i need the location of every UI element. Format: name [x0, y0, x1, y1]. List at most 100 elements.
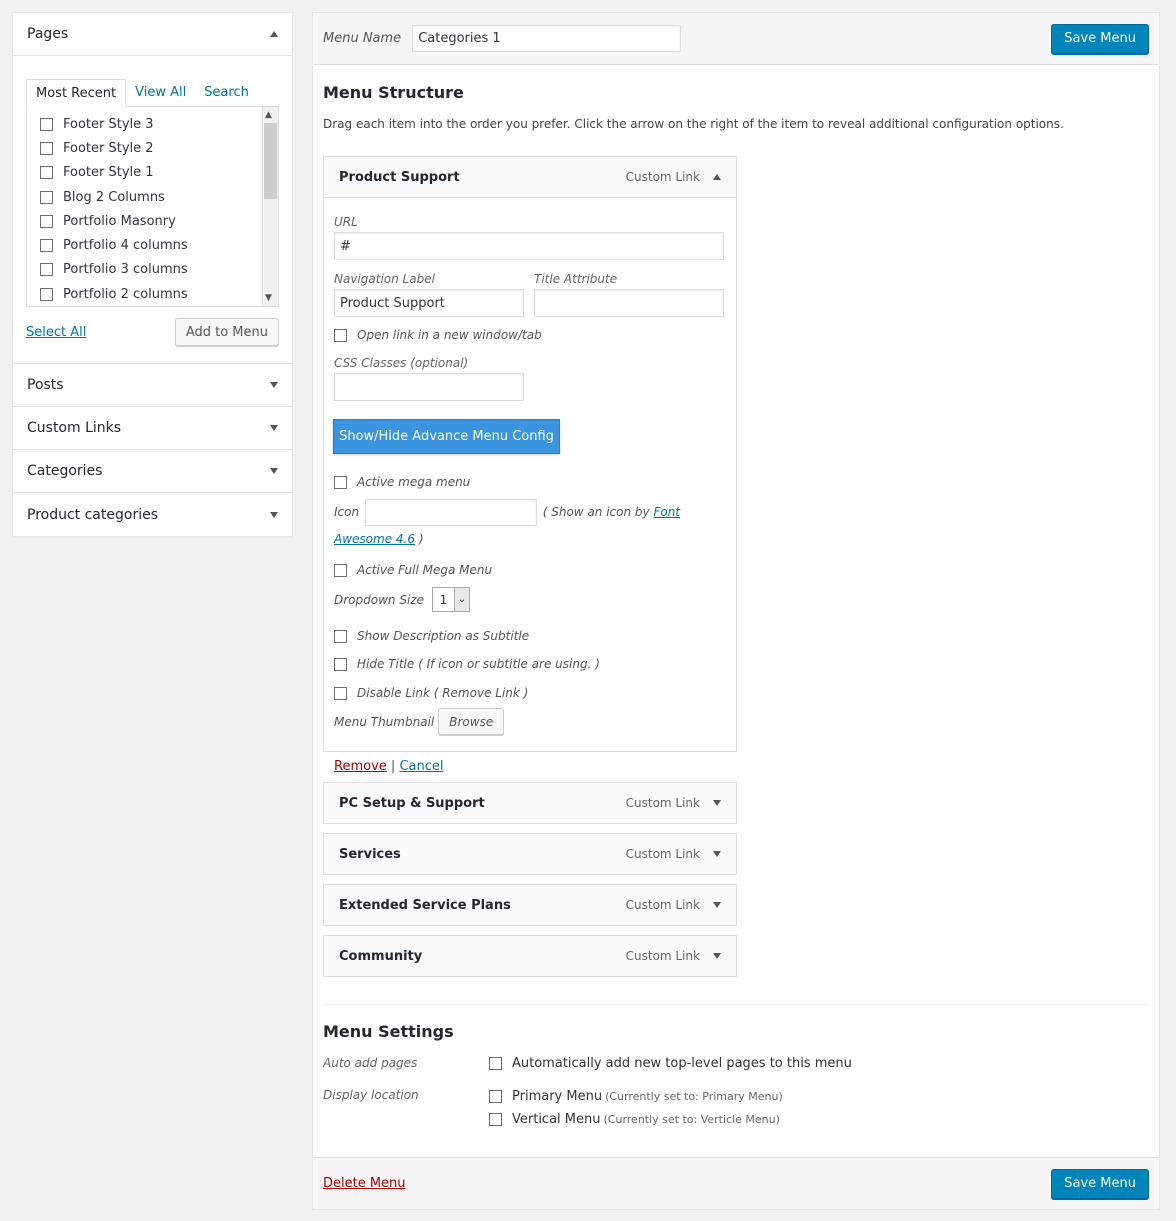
tab-most-recent[interactable]: Most Recent — [26, 79, 127, 107]
list-scrollbar[interactable]: ▲ ▼ — [262, 107, 278, 306]
menu-name-input[interactable]: Categories 1 — [412, 25, 682, 52]
css-classes-input[interactable] — [334, 373, 524, 401]
scrollbar-thumb[interactable] — [264, 123, 277, 199]
list-item[interactable]: Portfolio 3 columns — [40, 258, 278, 282]
new-window-option[interactable]: Open link in a new window/tab — [334, 328, 542, 342]
full-mega-checkbox[interactable] — [334, 563, 347, 577]
list-item[interactable]: Portfolio Masonry — [40, 209, 278, 233]
url-label: URL — [334, 215, 358, 229]
expand-arrow-icon[interactable] — [713, 953, 721, 959]
delete-menu-link[interactable]: Delete Menu — [323, 1176, 406, 1191]
full-mega-option[interactable]: Active Full Mega Menu — [334, 563, 492, 577]
browse-button[interactable]: Browse — [438, 708, 505, 735]
scroll-down-icon[interactable]: ▼ — [265, 293, 272, 303]
menu-item-type: Custom Link — [625, 170, 700, 184]
cancel-link[interactable]: Cancel — [399, 759, 443, 774]
expand-arrow-icon[interactable] — [270, 468, 278, 474]
expand-arrow-icon[interactable] — [270, 382, 278, 388]
select-all-link[interactable]: Select All — [26, 325, 86, 340]
page-checkbox[interactable] — [40, 263, 53, 277]
show-description-label: Show Description as Subtitle — [357, 629, 530, 643]
expand-arrow-icon[interactable] — [713, 851, 721, 857]
show-description-option[interactable]: Show Description as Subtitle — [334, 629, 529, 643]
menu-item[interactable]: Extended Service Plans Custom Link — [323, 884, 737, 926]
title-attribute-input[interactable] — [534, 289, 724, 317]
pages-section-header[interactable]: Pages — [13, 13, 292, 56]
menu-header: Menu Name Categories 1 Save Menu — [313, 13, 1159, 65]
save-menu-button[interactable]: Save Menu — [1051, 23, 1149, 54]
list-item[interactable]: Portfolio 2 columns — [40, 282, 278, 306]
primary-menu-checkbox[interactable] — [489, 1090, 502, 1103]
page-label: Blog 2 Columns — [63, 189, 165, 205]
divider — [323, 1004, 1149, 1005]
active-mega-option[interactable]: Active mega menu — [334, 475, 470, 489]
menu-item[interactable]: PC Setup & Support Custom Link — [323, 782, 737, 824]
expand-arrow-icon[interactable] — [270, 425, 278, 431]
expand-arrow-icon[interactable] — [270, 511, 278, 518]
collapse-arrow-icon[interactable] — [713, 174, 721, 180]
disable-link-option[interactable]: Disable Link ( Remove Link ) — [334, 686, 528, 700]
advance-config-button[interactable]: Show/Hide Advance Menu Config — [333, 419, 560, 454]
remove-link[interactable]: Remove — [334, 759, 387, 774]
page-label: Footer Style 2 — [63, 140, 154, 156]
menu-item[interactable]: Services Custom Link — [323, 833, 737, 875]
navigation-label-input[interactable]: Product Support — [334, 289, 524, 317]
location-note: (Currently set to: Verticle Menu) — [603, 1113, 780, 1126]
auto-add-text: Automatically add new top-level pages to… — [512, 1056, 852, 1071]
tab-view-all[interactable]: View All — [126, 79, 195, 107]
icon-hint: ( Show an icon by — [542, 505, 650, 519]
url-input[interactable]: # — [334, 232, 724, 260]
page-checkbox[interactable] — [40, 117, 53, 131]
list-item[interactable]: Footer Style 1 — [40, 161, 278, 185]
page-checkbox[interactable] — [40, 287, 53, 301]
new-window-checkbox[interactable] — [334, 328, 347, 342]
separator: | — [390, 759, 396, 774]
menu-structure-description: Drag each item into the order you prefer… — [323, 117, 1064, 131]
hide-title-label: Hide Title ( If icon or subtitle are usi… — [357, 657, 600, 671]
list-item[interactable]: Portfolio 4 columns — [40, 233, 278, 257]
hide-title-checkbox[interactable] — [334, 657, 347, 671]
tab-search[interactable]: Search — [195, 79, 258, 107]
section-title: Custom Links — [27, 420, 122, 436]
location-note: (Currently set to: Primary Menu) — [605, 1090, 783, 1103]
page-checkbox[interactable] — [40, 166, 53, 180]
product-categories-section-header[interactable]: Product categories — [13, 493, 292, 536]
list-item[interactable]: Footer Style 3 — [40, 112, 278, 136]
list-item[interactable]: Blog 2 Columns — [40, 185, 278, 209]
auto-add-checkbox[interactable] — [489, 1057, 502, 1070]
auto-add-option[interactable]: Automatically add new top-level pages to… — [489, 1056, 852, 1071]
location-option-primary[interactable]: Primary Menu (Currently set to: Primary … — [489, 1089, 783, 1104]
menu-item[interactable]: Community Custom Link — [323, 935, 737, 977]
page-checkbox[interactable] — [40, 141, 53, 155]
active-mega-checkbox[interactable] — [334, 475, 347, 489]
list-item[interactable]: Footer Style 2 — [40, 136, 278, 160]
location-option-vertical[interactable]: Vertical Menu (Currently set to: Verticl… — [489, 1112, 780, 1127]
collapse-arrow-icon[interactable] — [270, 31, 278, 37]
page-checkbox[interactable] — [40, 214, 53, 228]
hide-title-option[interactable]: Hide Title ( If icon or subtitle are usi… — [334, 657, 600, 671]
icon-input[interactable] — [364, 499, 537, 526]
add-to-menu-button[interactable]: Add to Menu — [174, 318, 279, 346]
disable-link-checkbox[interactable] — [334, 686, 347, 700]
scroll-up-icon[interactable]: ▲ — [265, 110, 272, 120]
categories-section-header[interactable]: Categories — [13, 450, 292, 493]
page-checkbox[interactable] — [40, 239, 53, 253]
menu-item-title: Extended Service Plans — [339, 897, 511, 913]
auto-add-label: Auto add pages — [323, 1056, 418, 1070]
chevron-down-icon[interactable]: ⌄ — [453, 588, 469, 611]
show-description-checkbox[interactable] — [334, 629, 347, 643]
page-checkbox[interactable] — [40, 190, 53, 204]
pages-section-body: Most Recent View All Search Footer Style… — [13, 56, 292, 364]
expand-arrow-icon[interactable] — [713, 800, 721, 806]
menu-item-handle[interactable]: Product Support Custom Link — [324, 157, 736, 198]
custom-links-section-header[interactable]: Custom Links — [13, 407, 292, 450]
icon-row: Icon ( Show an icon by Font Awesome 4.6 … — [334, 499, 729, 552]
dropdown-size-row: Dropdown Size 1 ⌄ — [334, 587, 470, 612]
posts-section-header[interactable]: Posts — [13, 364, 292, 407]
vertical-menu-checkbox[interactable] — [489, 1113, 502, 1126]
page-label: Footer Style 3 — [63, 116, 154, 132]
save-menu-button[interactable]: Save Menu — [1051, 1168, 1149, 1199]
dropdown-size-select[interactable]: 1 ⌄ — [431, 587, 470, 612]
expand-arrow-icon[interactable] — [713, 902, 721, 908]
menu-structure-title: Menu Structure — [323, 83, 464, 102]
